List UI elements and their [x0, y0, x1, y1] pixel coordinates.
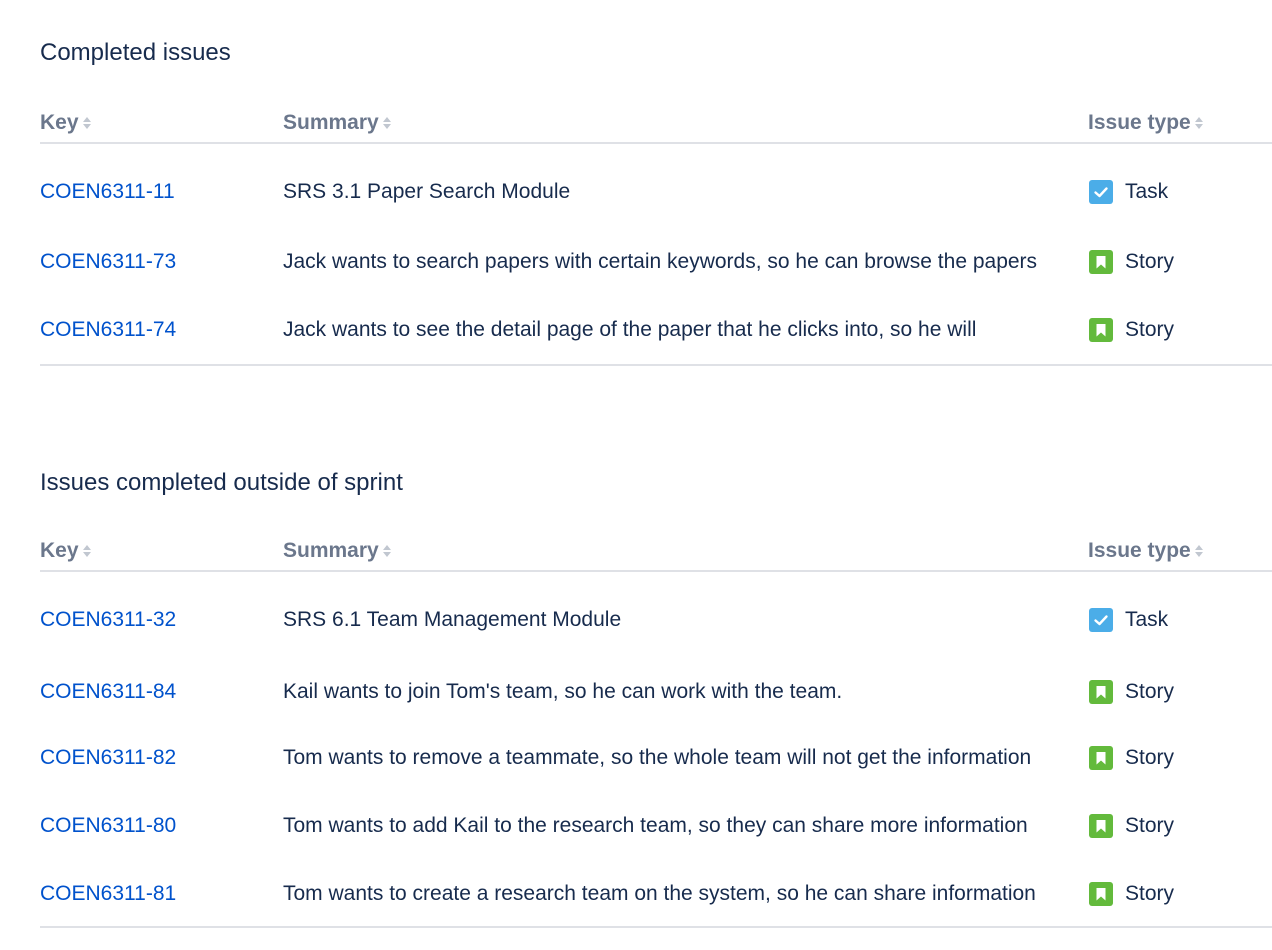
- sort-icon: [1194, 116, 1204, 130]
- issue-summary: SRS 3.1 Paper Search Module: [283, 180, 571, 203]
- table-divider: [40, 926, 1272, 928]
- issue-key-link[interactable]: COEN6311-81: [40, 860, 176, 928]
- table-row: COEN6311-82 Tom wants to remove a teamma…: [40, 724, 1272, 792]
- column-header-issue-type[interactable]: Issue type: [1088, 532, 1204, 570]
- issue-type-label: Story: [1125, 814, 1175, 837]
- issue-type-label: Story: [1125, 680, 1175, 703]
- issue-type: Story: [1089, 860, 1174, 928]
- column-header-label: Summary: [283, 539, 379, 562]
- issue-summary: Jack wants to see the detail page of the…: [283, 318, 977, 341]
- column-header-label: Key: [40, 111, 79, 134]
- sort-icon: [82, 116, 92, 130]
- column-header-summary[interactable]: Summary: [283, 104, 392, 142]
- section-title: Completed issues: [40, 39, 231, 66]
- issue-type-label: Story: [1125, 882, 1175, 905]
- issue-summary: Tom wants to create a research team on t…: [283, 882, 1036, 905]
- column-header-issue-type[interactable]: Issue type: [1088, 104, 1204, 142]
- story-icon: [1089, 318, 1113, 342]
- issue-key-link[interactable]: COEN6311-74: [40, 296, 176, 364]
- sort-icon: [382, 116, 392, 130]
- issue-type-label: Task: [1125, 180, 1169, 203]
- issue-summary: Tom wants to remove a teammate, so the w…: [283, 746, 1032, 769]
- table-row: COEN6311-80 Tom wants to add Kail to the…: [40, 792, 1272, 860]
- column-header-label: Summary: [283, 111, 379, 134]
- table-row: COEN6311-74 Jack wants to see the detail…: [40, 296, 1272, 364]
- sort-icon: [382, 544, 392, 558]
- issue-summary: Kail wants to join Tom's team, so he can…: [283, 680, 843, 703]
- table-row: COEN6311-81 Tom wants to create a resear…: [40, 860, 1272, 928]
- issue-type-label: Task: [1125, 608, 1169, 631]
- sort-icon: [1194, 544, 1204, 558]
- issue-type: Story: [1089, 792, 1174, 860]
- issue-key-link[interactable]: COEN6311-32: [40, 586, 176, 654]
- issue-type: Task: [1089, 158, 1168, 226]
- task-icon: [1089, 608, 1113, 632]
- sort-icon: [82, 544, 92, 558]
- story-icon: [1089, 814, 1113, 838]
- issue-key-link[interactable]: COEN6311-73: [40, 228, 176, 296]
- section-title: Issues completed outside of sprint: [40, 469, 403, 496]
- issue-type: Story: [1089, 658, 1174, 726]
- story-icon: [1089, 746, 1113, 770]
- column-header-key[interactable]: Key: [40, 532, 92, 570]
- table-row: COEN6311-32 SRS 6.1 Team Management Modu…: [40, 586, 1272, 654]
- issue-summary: SRS 6.1 Team Management Module: [283, 608, 622, 631]
- issue-summary: Jack wants to search papers with certain…: [283, 250, 1038, 273]
- issue-key-link[interactable]: COEN6311-84: [40, 658, 176, 726]
- issue-type-label: Story: [1125, 250, 1175, 273]
- story-icon: [1089, 882, 1113, 906]
- story-icon: [1089, 680, 1113, 704]
- table-divider: [40, 364, 1272, 366]
- issue-type-label: Story: [1125, 318, 1175, 341]
- issue-type: Story: [1089, 724, 1174, 792]
- table-header: Key Summary Issue type: [40, 532, 1272, 572]
- issue-summary: Tom wants to add Kail to the research te…: [283, 814, 1028, 837]
- task-icon: [1089, 180, 1113, 204]
- issue-key-link[interactable]: COEN6311-80: [40, 792, 176, 860]
- column-header-label: Issue type: [1088, 111, 1191, 134]
- issue-type: Task: [1089, 586, 1168, 654]
- issue-type-label: Story: [1125, 746, 1175, 769]
- column-header-label: Issue type: [1088, 539, 1191, 562]
- issue-type: Story: [1089, 228, 1174, 296]
- table-row: COEN6311-11 SRS 3.1 Paper Search Module …: [40, 158, 1272, 226]
- story-icon: [1089, 250, 1113, 274]
- issue-key-link[interactable]: COEN6311-11: [40, 158, 175, 226]
- column-header-summary[interactable]: Summary: [283, 532, 392, 570]
- table-row: COEN6311-73 Jack wants to search papers …: [40, 228, 1272, 296]
- table-row: COEN6311-84 Kail wants to join Tom's tea…: [40, 658, 1272, 726]
- table-header: Key Summary Issue type: [40, 104, 1272, 144]
- issue-key-link[interactable]: COEN6311-82: [40, 724, 176, 792]
- column-header-label: Key: [40, 539, 79, 562]
- column-header-key[interactable]: Key: [40, 104, 92, 142]
- issue-type: Story: [1089, 296, 1174, 364]
